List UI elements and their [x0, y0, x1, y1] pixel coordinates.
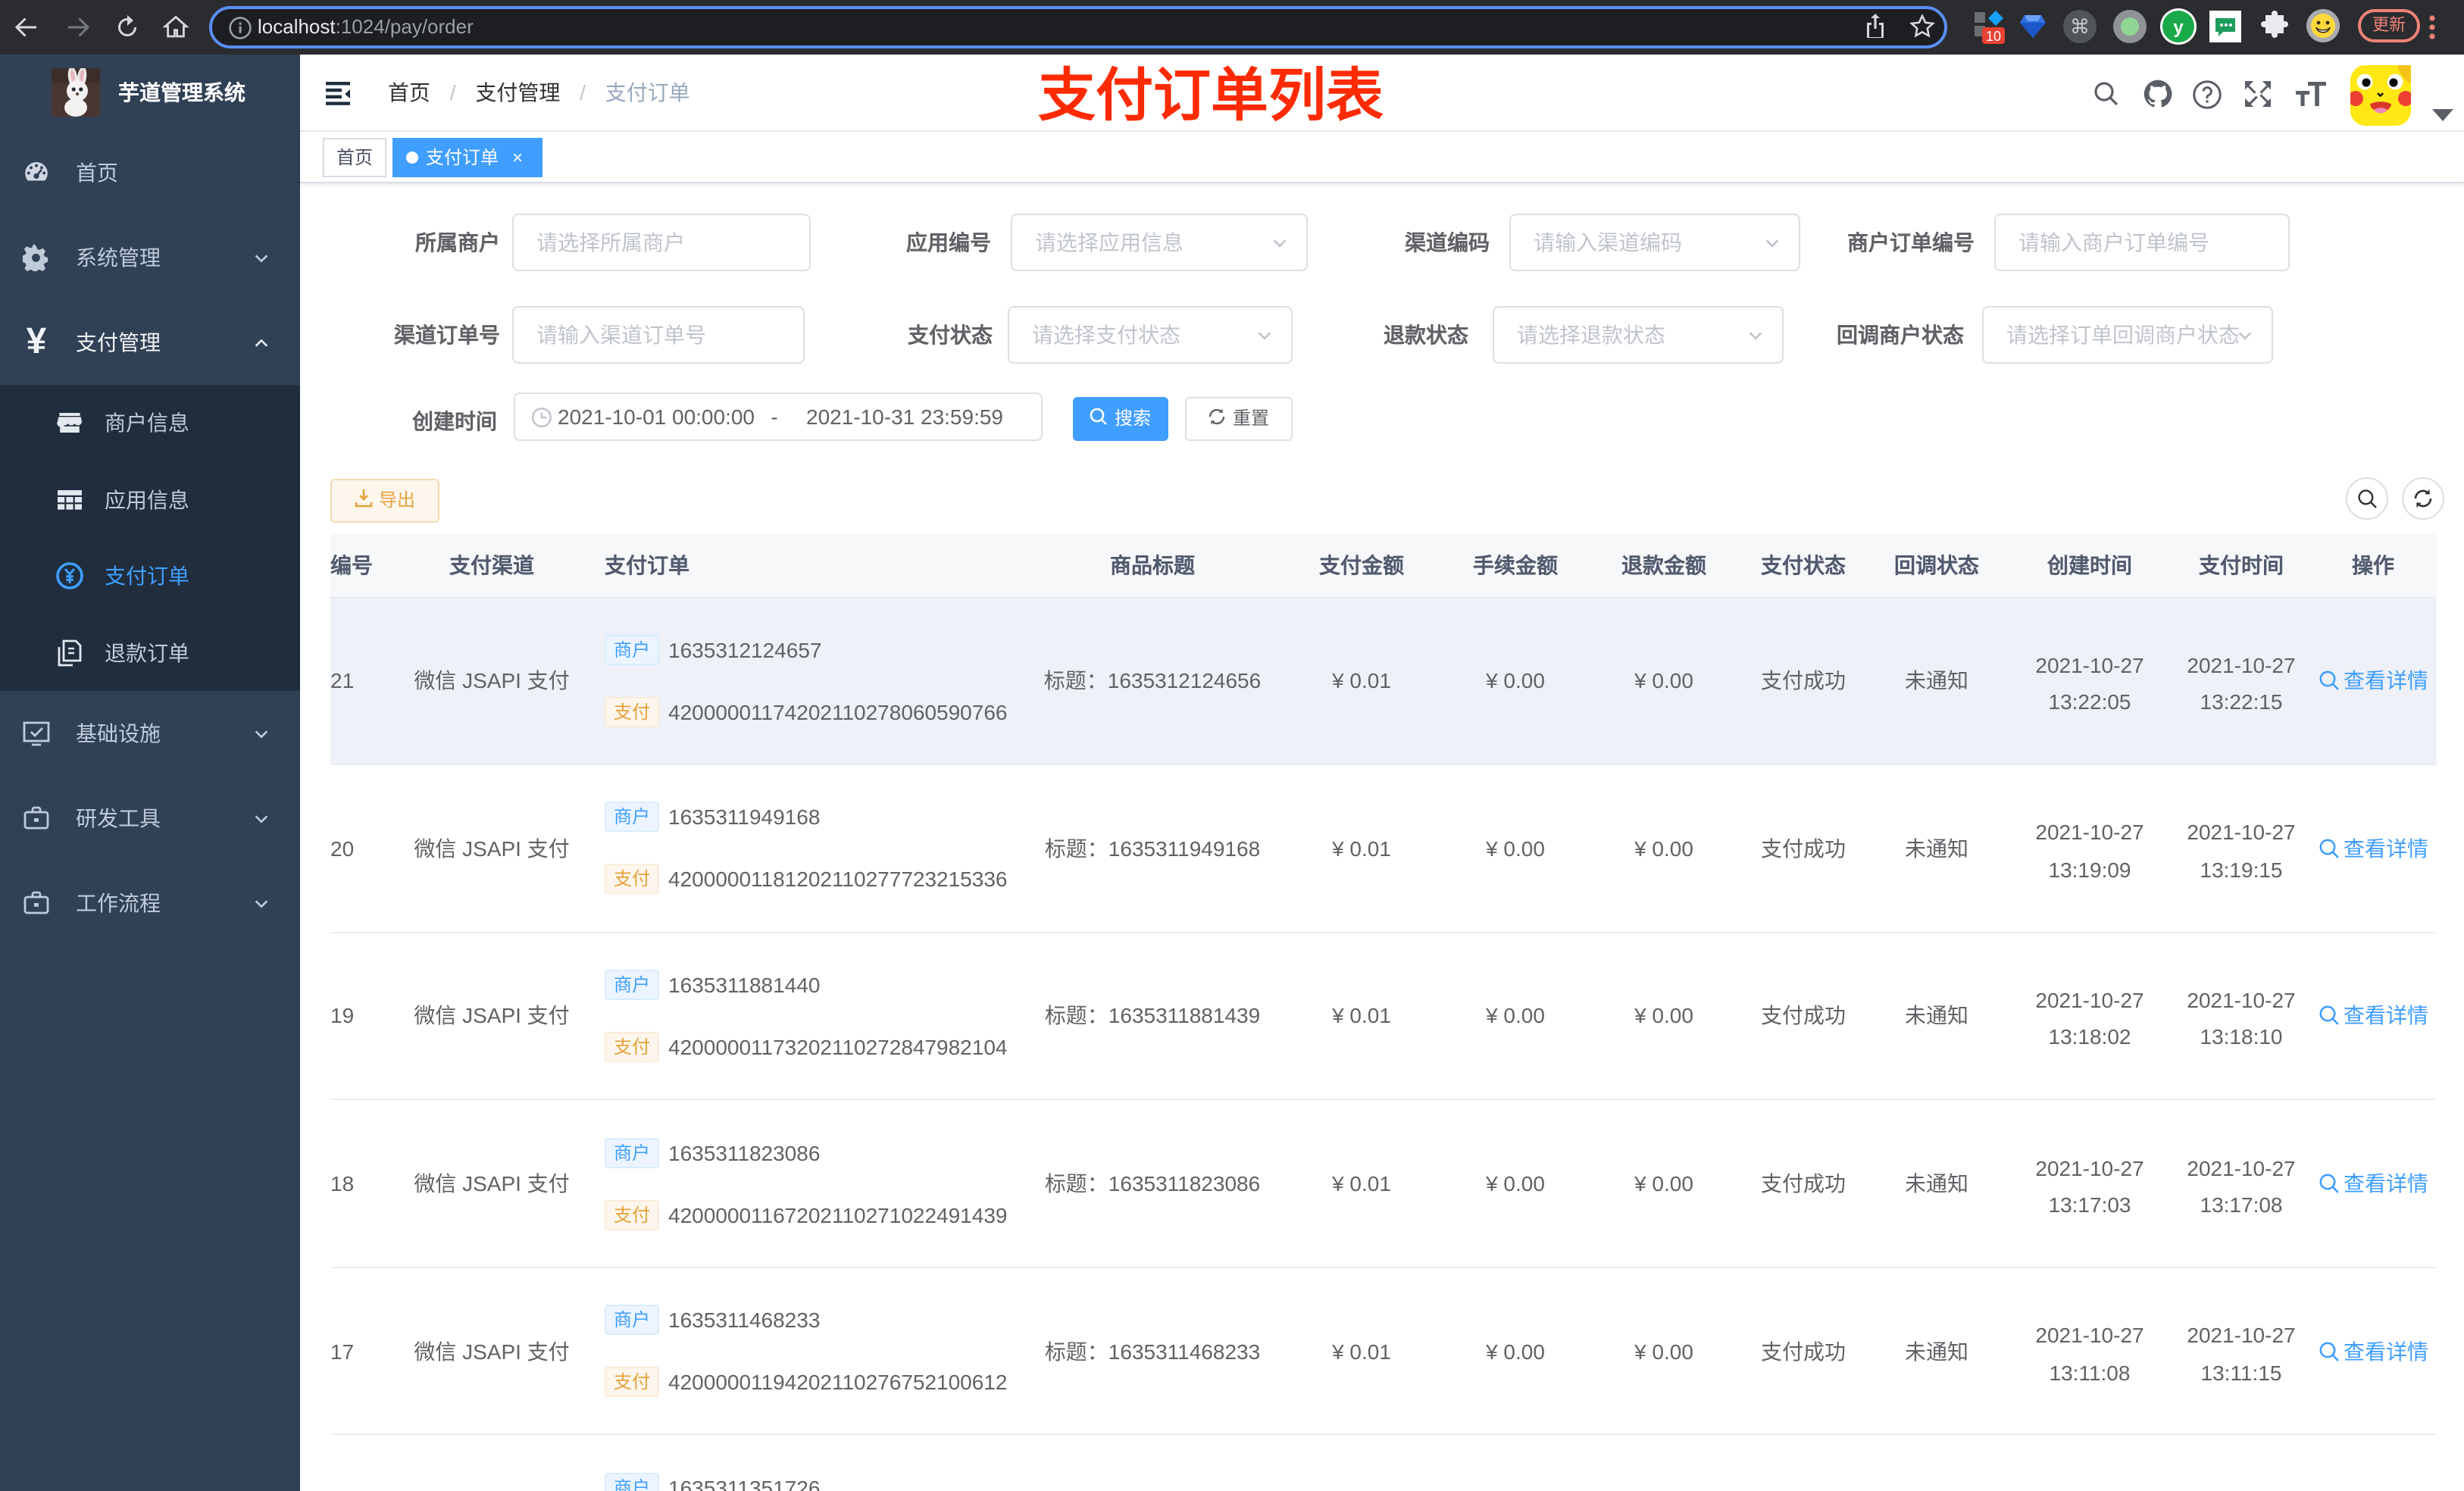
svg-text:10: 10: [1986, 29, 2001, 44]
svg-text:⌘: ⌘: [2070, 15, 2090, 38]
svg-text:y: y: [2173, 17, 2184, 38]
